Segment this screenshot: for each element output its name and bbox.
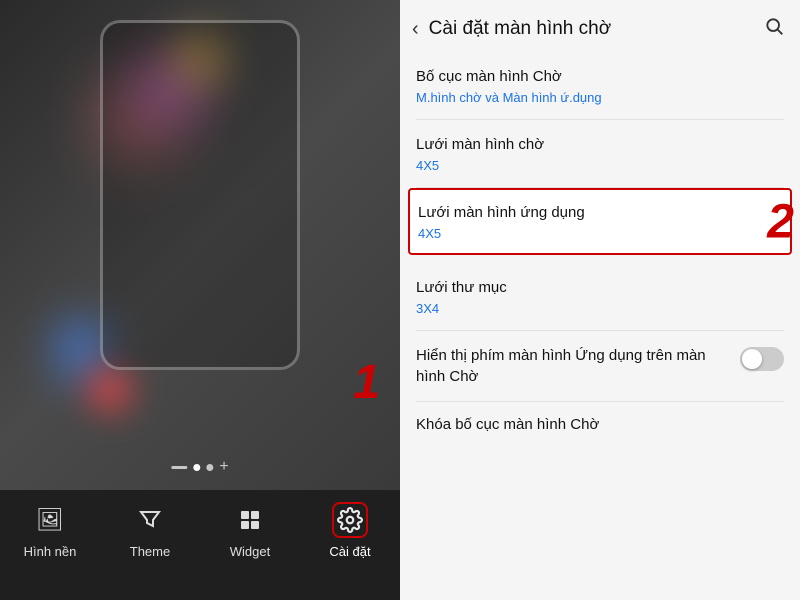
toolbar-item-widget[interactable]: Widget: [200, 502, 300, 559]
grid-app-subtitle: 4X5: [418, 226, 782, 241]
settings-item-toggle[interactable]: Hiển thị phím màn hình Ứng dụng trên màn…: [416, 331, 784, 402]
wallpaper-label: Hình nền: [24, 544, 77, 559]
right-header: ‹ Cài đặt màn hình chờ: [400, 0, 800, 52]
step-badge-1: 1: [353, 355, 380, 410]
left-panel: + 1 🖼 Hình nền Theme: [0, 0, 400, 600]
dot-active: [193, 464, 200, 471]
grid-app-title: Lưới màn hình ứng dụng: [418, 202, 782, 223]
phone-frame: [100, 20, 300, 370]
grid-home-title: Lưới màn hình chờ: [416, 134, 784, 155]
dot-plus: +: [219, 459, 228, 475]
toolbar-item-settings[interactable]: Cài đặt: [300, 502, 400, 559]
toolbar-item-wallpaper[interactable]: 🖼 Hình nền: [0, 502, 100, 559]
layout-title: Bố cục màn hình Chờ: [416, 66, 784, 87]
layout-subtitle: M.hình chờ và Màn hình ứ.dụng: [416, 90, 784, 105]
settings-icon: [332, 502, 368, 538]
grid-folder-subtitle: 3X4: [416, 301, 784, 316]
back-button[interactable]: ‹: [412, 18, 419, 41]
dots-bar: +: [171, 459, 228, 475]
wallpaper-icon: 🖼: [32, 502, 68, 538]
dot-inactive: [206, 464, 213, 471]
last-title: Khóa bố cục màn hình Chờ: [416, 416, 599, 433]
settings-item-last[interactable]: Khóa bố cục màn hình Chờ: [416, 402, 784, 447]
grid-folder-title: Lưới thư mục: [416, 277, 784, 298]
toggle-switch[interactable]: [740, 347, 784, 371]
settings-label: Cài đặt: [329, 544, 370, 559]
page-title: Cài đặt màn hình chờ: [429, 18, 764, 40]
step-badge-2: 2: [767, 194, 794, 249]
toggle-knob: [742, 349, 762, 369]
settings-item-grid-app[interactable]: Lưới màn hình ứng dụng 4X5: [408, 188, 792, 255]
right-panel: ‹ Cài đặt màn hình chờ Bố cục màn hình C…: [400, 0, 800, 600]
toggle-title: Hiển thị phím màn hình Ứng dụng trên màn…: [416, 345, 740, 387]
settings-item-grid-home[interactable]: Lưới màn hình chờ 4X5: [416, 120, 784, 188]
settings-item-grid-folder[interactable]: Lưới thư mục 3X4: [416, 263, 784, 331]
theme-label: Theme: [130, 544, 170, 559]
search-button[interactable]: [764, 16, 784, 42]
settings-item-layout[interactable]: Bố cục màn hình Chờ M.hình chờ và Màn hì…: [416, 52, 784, 120]
toolbar-item-theme[interactable]: Theme: [100, 502, 200, 559]
theme-icon: [132, 502, 168, 538]
widget-icon: [232, 502, 268, 538]
dot-dash: [171, 466, 187, 469]
grid-home-subtitle: 4X5: [416, 158, 784, 173]
settings-list: Bố cục màn hình Chờ M.hình chờ và Màn hì…: [400, 52, 800, 600]
bottom-toolbar: 🖼 Hình nền Theme Widget: [0, 490, 400, 600]
wallpaper-area: + 1: [0, 0, 400, 490]
widget-label: Widget: [230, 544, 270, 559]
